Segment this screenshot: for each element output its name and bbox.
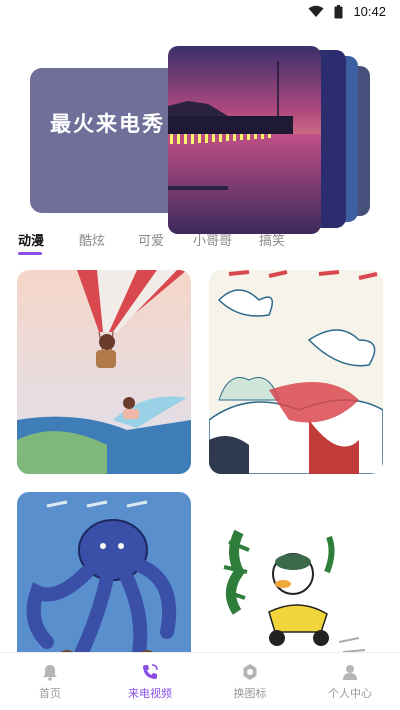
nav-change-icon[interactable]: 换图标	[200, 653, 300, 710]
nav-profile[interactable]: 个人中心	[300, 653, 400, 710]
banner-photo	[168, 46, 321, 234]
wifi-icon	[308, 5, 324, 17]
bottom-nav: 首页 来电视频 换图标 个人中心	[0, 652, 400, 710]
tab-funny[interactable]: 搞笑	[259, 230, 285, 249]
status-bar: 10:42	[0, 0, 400, 24]
banner-title: 最火来电秀	[50, 112, 165, 136]
phone-icon	[143, 664, 158, 679]
video-card[interactable]	[209, 270, 383, 474]
tab-anime[interactable]: 动漫	[18, 230, 44, 249]
video-card[interactable]	[209, 492, 383, 672]
video-thumbnail	[209, 270, 383, 474]
video-thumbnail	[209, 492, 383, 672]
battery-icon	[334, 4, 343, 18]
status-icons: 10:42	[308, 4, 386, 19]
nav-home[interactable]: 首页	[0, 653, 100, 710]
video-card[interactable]	[17, 270, 191, 474]
nav-home-label: 首页	[39, 688, 61, 700]
status-time: 10:42	[353, 4, 386, 19]
tab-active-indicator	[18, 252, 42, 255]
promo-banner[interactable]: 最火来电秀	[0, 36, 400, 234]
video-card[interactable]	[17, 492, 191, 672]
tab-handsome-guys[interactable]: 小哥哥	[193, 230, 232, 249]
nav-call-videos[interactable]: 来电视频	[100, 653, 200, 710]
video-thumbnail	[17, 270, 191, 474]
gear-icon	[243, 664, 257, 680]
nav-change-icon-label: 换图标	[233, 688, 267, 700]
person-icon	[343, 665, 357, 680]
nav-profile-label: 个人中心	[328, 688, 372, 700]
video-thumbnail	[17, 492, 191, 672]
category-tabs: 动漫 酷炫 可爱 小哥哥 搞笑	[0, 230, 400, 262]
tab-cool[interactable]: 酷炫	[79, 230, 105, 249]
nav-call-videos-label: 来电视频	[128, 688, 172, 700]
tab-cute[interactable]: 可爱	[138, 230, 164, 249]
bell-icon	[43, 665, 57, 681]
